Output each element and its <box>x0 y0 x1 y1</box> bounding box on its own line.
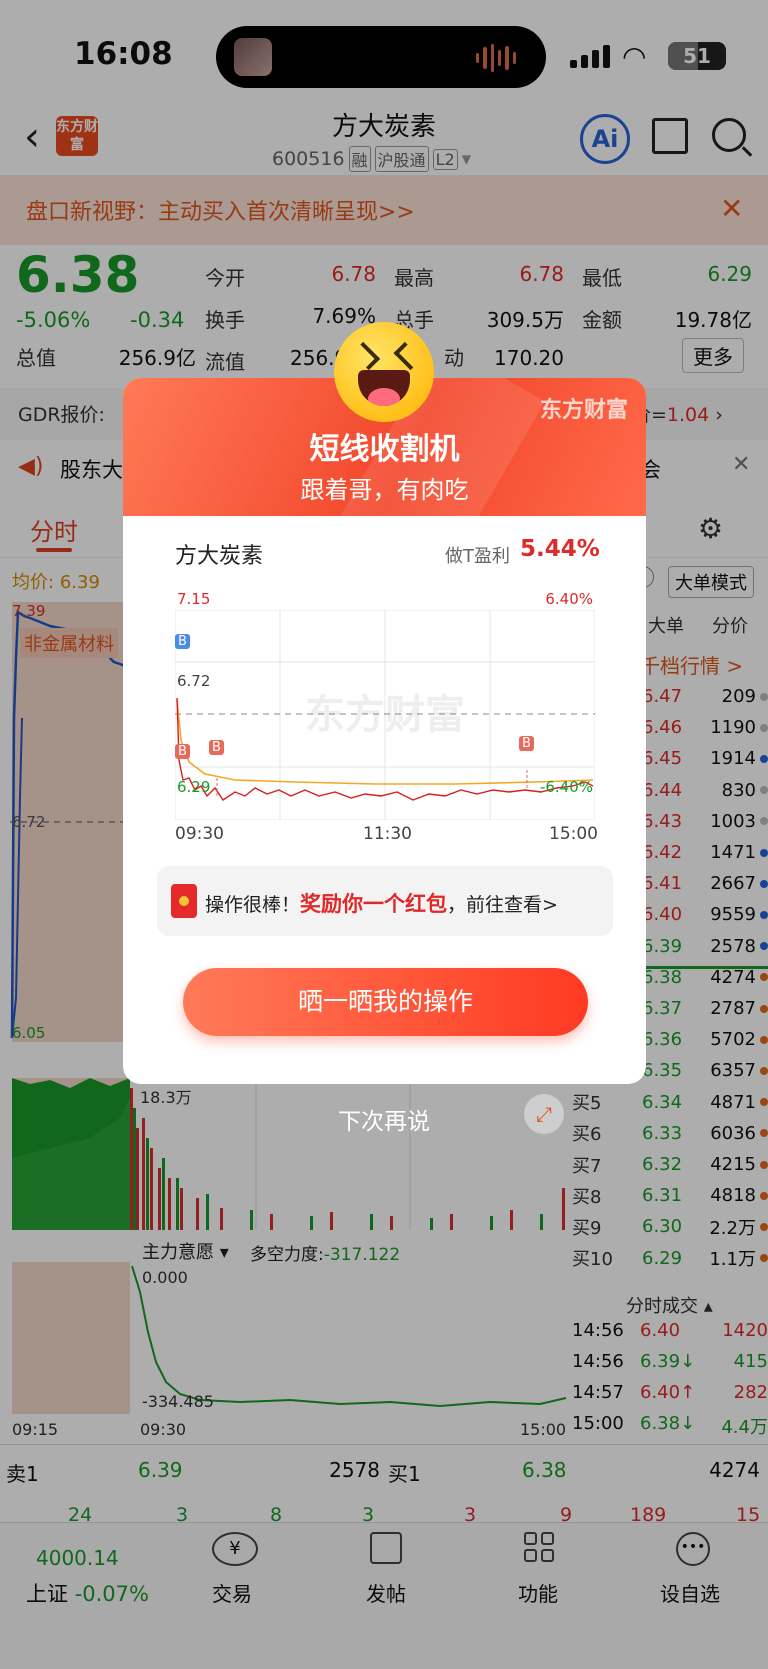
buy-marker-3: B <box>209 740 224 755</box>
buy-marker-1: B <box>175 634 190 649</box>
chart-y-top-right: 6.40% <box>545 590 593 608</box>
chart-y-bottom-left: 6.29 <box>177 778 211 796</box>
buy-marker-2: B <box>175 744 190 759</box>
reward-banner[interactable]: 操作很棒！奖励你一个红包，前往查看> <box>157 866 613 936</box>
reward-prefix: 操作很棒！ <box>205 894 301 916</box>
modal-title: 短线收割机 <box>309 432 460 467</box>
modal-subtitle: 跟着哥，有肉吃 <box>300 476 469 504</box>
chart-x-mid: 11:30 <box>363 824 412 844</box>
chart-y-mid: 6.72 <box>177 672 211 690</box>
expand-icon[interactable]: ⤢ <box>524 1094 564 1134</box>
modal-brand: 东方财富 <box>539 398 628 423</box>
chart-watermark: 东方财富 <box>305 692 465 738</box>
red-envelope-icon <box>171 884 197 918</box>
reward-text[interactable]: 操作很棒！奖励你一个红包，前往查看> <box>205 888 558 918</box>
chart-x-end: 15:00 <box>549 824 598 844</box>
profit-label: 做T盈利 <box>445 546 510 567</box>
chart-y-bottom-right: -6.40% <box>539 778 593 796</box>
reward-suffix: ，前往查看> <box>447 894 558 916</box>
buy-marker-4: B <box>519 736 534 751</box>
chart-y-top-left: 7.15 <box>177 590 211 608</box>
reward-highlight: 奖励你一个红包 <box>300 892 448 916</box>
share-modal: 东方财富 短线收割机 跟着哥，有肉吃 方大炭素 做T盈利 5.44% 东方财富 … <box>123 378 646 1084</box>
dismiss-later-button[interactable]: 下次再说 <box>0 1102 768 1136</box>
modal-stock-name: 方大炭素 <box>175 544 264 569</box>
chart-x-start: 09:30 <box>175 824 224 844</box>
trade-chart: 东方财富 <box>175 610 595 820</box>
profit-value: 5.44% <box>520 536 600 562</box>
share-operation-button[interactable]: 晒一晒我的操作 <box>183 968 588 1036</box>
laughing-emoji-icon <box>334 322 434 422</box>
